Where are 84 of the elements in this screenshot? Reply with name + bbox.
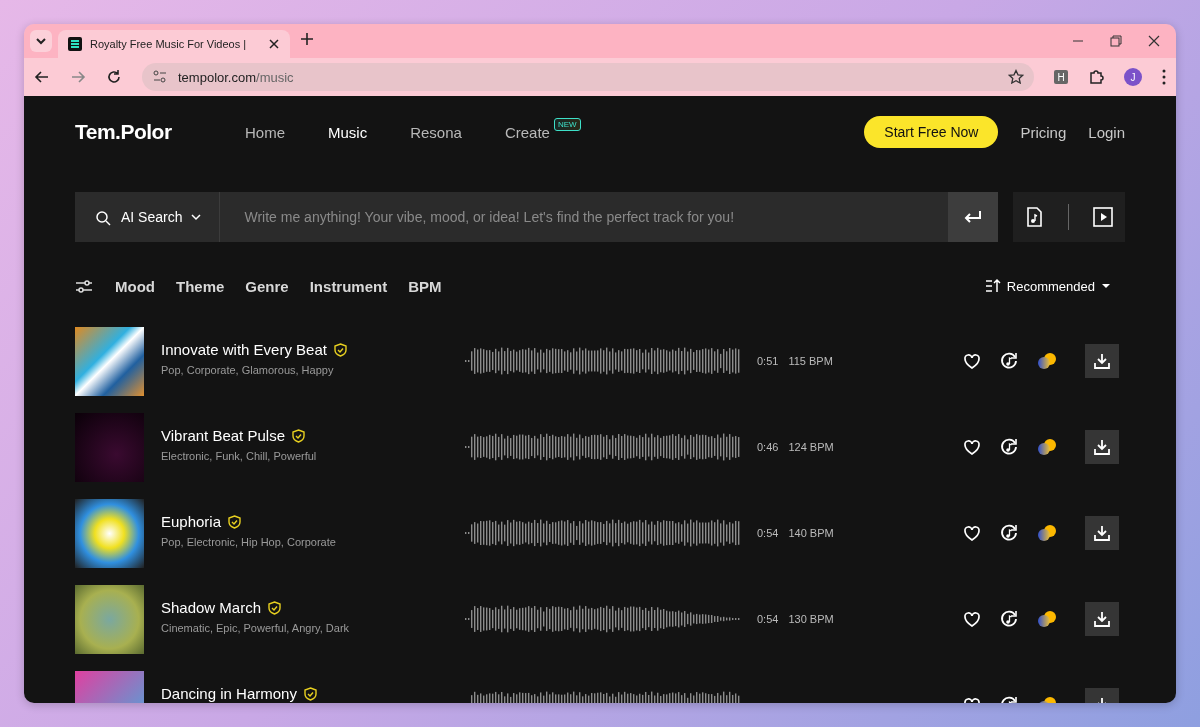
nav-link[interactable]: Resona (410, 123, 462, 141)
nav-link[interactable]: Home (245, 123, 285, 141)
credits-coins-icon[interactable] (1037, 352, 1057, 370)
url-text: tempolor.com/music (178, 69, 295, 85)
nav-link-text[interactable]: Create (504, 123, 550, 141)
track-title[interactable]: Dancing in Harmony (161, 685, 297, 702)
track-duration: 0:46 (757, 441, 779, 453)
ai-search-icon (95, 208, 113, 226)
track-bpm: 124 BPM (788, 441, 834, 453)
download-icon (1094, 611, 1110, 627)
back-arrow-icon[interactable] (34, 69, 50, 85)
music-note-refresh-icon[interactable] (1000, 610, 1018, 628)
search-field[interactable]: Write me anything! Your vibe, mood, or idea! Let's find the perfect track for you! (220, 192, 948, 242)
filter-tab[interactable]: Instrument (309, 277, 388, 295)
extension-icon[interactable]: H (1054, 70, 1068, 84)
site-settings-icon[interactable] (152, 69, 168, 85)
track-tags: Pop, Electronic, Hip Hop, Corporate (161, 536, 465, 548)
track-bpm: 115 BPM (788, 355, 833, 367)
reload-icon[interactable] (106, 69, 122, 85)
music-note-refresh-icon[interactable] (1000, 524, 1018, 542)
track-tags: Electronic, Funk, Chill, Powerful (161, 450, 465, 462)
filter-tab[interactable]: Theme (176, 277, 225, 295)
submit-button[interactable] (948, 192, 998, 242)
heart-icon[interactable] (963, 610, 981, 628)
heart-icon[interactable] (963, 438, 981, 456)
track-duration: 0:51 (757, 355, 779, 367)
album-cover-photo (75, 584, 144, 654)
new-badge: NEW (553, 117, 581, 131)
close-icon[interactable] (1148, 35, 1160, 47)
download-button[interactable] (1085, 516, 1119, 550)
browser-tab[interactable]: Royalty Free Music For Videos | (58, 30, 290, 58)
download-icon (1094, 439, 1110, 455)
download-button[interactable] (1085, 602, 1119, 636)
sort-dropdown[interactable]: Recommended (978, 277, 1117, 295)
star-icon[interactable] (1008, 69, 1024, 85)
download-icon (1094, 353, 1110, 369)
download-button[interactable] (1085, 344, 1119, 378)
site-logo[interactable]: Tem.Polor (75, 120, 245, 144)
album-cover-photo (75, 412, 144, 482)
track-bpm: 140 BPM (788, 527, 834, 539)
site-favicon-icon (68, 37, 82, 51)
credits-coins-icon[interactable] (1037, 610, 1057, 628)
filter-sliders-icon[interactable] (75, 277, 93, 295)
track-duration: 0:54 (757, 613, 779, 625)
nav-link[interactable]: Music (328, 123, 368, 141)
music-note-refresh-icon[interactable] (1000, 352, 1018, 370)
start-free-button[interactable]: Start Free Now (864, 116, 999, 148)
restore-icon[interactable] (1110, 35, 1122, 47)
track-duration: 0:54 (757, 527, 779, 539)
more-menu-icon[interactable] (1162, 69, 1166, 85)
credits-coins-icon[interactable] (1037, 524, 1057, 542)
track-tags: Cinematic, Epic, Powerful, Angry, Dark (161, 622, 465, 634)
track-bpm: 130 BPM (788, 613, 834, 625)
music-note-refresh-icon[interactable] (1000, 438, 1018, 456)
nav-link[interactable]: Pricing (1020, 123, 1067, 141)
download-icon (1094, 525, 1110, 541)
tab-search-button[interactable] (30, 30, 52, 52)
credits-coins-icon[interactable] (1037, 438, 1057, 456)
heart-icon[interactable] (963, 352, 981, 370)
plus-icon[interactable] (300, 32, 314, 46)
filter-tab[interactable]: Genre (245, 277, 289, 295)
track-title[interactable]: Shadow March (161, 599, 262, 616)
close-icon[interactable] (268, 38, 280, 50)
track-tags: Pop, Corporate, Glamorous, Happy (161, 364, 465, 376)
filter-tab[interactable]: Mood (115, 277, 155, 295)
caret-down-icon (1101, 281, 1111, 291)
tab-title: Royalty Free Music For Videos | (90, 38, 248, 50)
ai-search-dropdown[interactable]: AI Search (75, 192, 221, 242)
profile-avatar[interactable]: J (1124, 68, 1142, 86)
video-play-icon[interactable] (1093, 207, 1113, 227)
chevron-down-icon (190, 211, 203, 223)
filter-tab[interactable]: BPM (408, 277, 442, 295)
track-title[interactable]: Vibrant Beat Pulse (161, 427, 285, 444)
album-cover-photo (75, 326, 144, 396)
track-title[interactable]: Innovate with Every Beat (161, 341, 327, 358)
nav-link[interactable]: Login (1088, 123, 1125, 141)
puzzle-piece-icon[interactable] (1088, 69, 1104, 85)
track-title[interactable]: Euphoria (161, 513, 222, 530)
sort-icon (984, 278, 1001, 294)
download-button[interactable] (1085, 430, 1119, 464)
address-bar[interactable]: tempolor.com/music (142, 63, 1034, 91)
album-cover-photo (75, 498, 144, 568)
music-file-icon[interactable] (1025, 207, 1044, 227)
heart-icon[interactable] (963, 524, 981, 542)
